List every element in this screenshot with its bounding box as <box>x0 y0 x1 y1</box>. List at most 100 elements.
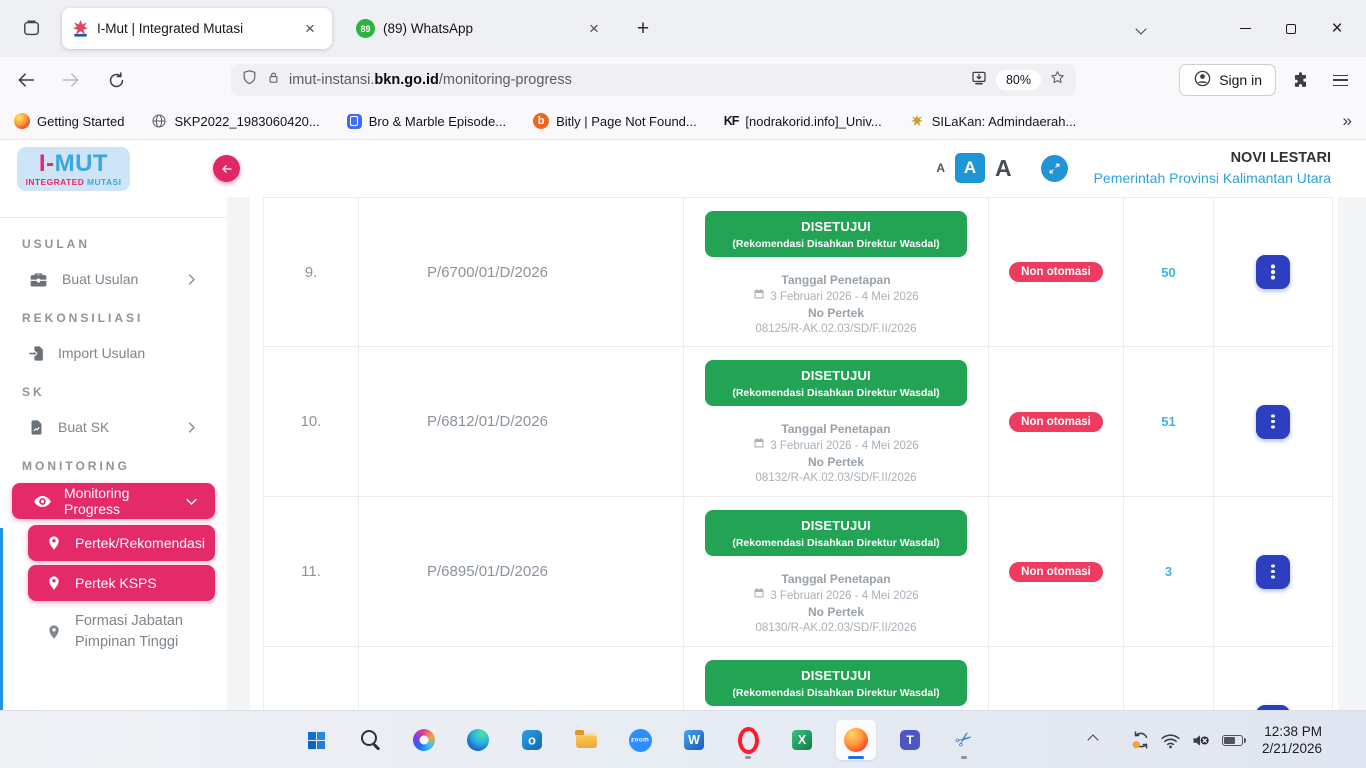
sign-in-button[interactable]: Sign in <box>1179 64 1276 96</box>
address-bar[interactable]: imut-instansi.bkn.go.id/monitoring-progr… <box>231 64 1076 96</box>
sync-icon[interactable] <box>1126 725 1156 755</box>
window-controls: × <box>1118 0 1360 57</box>
windows-taskbar: o zoom W X T 12:38 PM 2/21/2026 <box>0 710 1366 768</box>
minimize-button[interactable] <box>1222 0 1268 57</box>
row-number <box>264 647 359 710</box>
taskbar-teams-icon[interactable]: T <box>890 720 930 760</box>
clock-date: 2/21/2026 <box>1262 740 1322 757</box>
row-actions-button[interactable] <box>1256 555 1290 589</box>
bookmark-item[interactable]: Bro & Marble Episode... <box>347 114 506 129</box>
bookmarks-overflow-icon[interactable]: » <box>1343 111 1352 131</box>
lock-icon[interactable] <box>266 70 281 90</box>
sidebar-section-label: SK <box>22 385 227 399</box>
firefox-view-icon[interactable] <box>14 12 48 46</box>
taskbar-firefox-icon[interactable] <box>836 720 876 760</box>
bookmark-item[interactable]: Bitly | Page Not Found... <box>533 113 697 129</box>
bookmark-item[interactable]: [nodrakorid.info]_Univ... <box>724 114 882 129</box>
taskbar-edge-icon[interactable] <box>458 720 498 760</box>
pin-icon <box>46 535 62 551</box>
battery-icon[interactable] <box>1216 725 1246 755</box>
zoom-level[interactable]: 80% <box>996 70 1041 90</box>
taskbar-excel-icon[interactable]: X <box>782 720 822 760</box>
count-link[interactable]: 51 <box>1124 347 1214 496</box>
actions-cell <box>1214 497 1332 646</box>
new-tab-button[interactable]: + <box>626 12 660 46</box>
count-link[interactable] <box>1124 647 1214 710</box>
maximize-button[interactable] <box>1268 0 1314 57</box>
imut-logo: I-MUT INTEGRATED MUTASI <box>17 147 130 191</box>
font-size-small-button[interactable]: A <box>936 161 945 175</box>
actions-cell <box>1214 347 1332 496</box>
sidebar: USULANBuat UsulanREKONSILIASIImport Usul… <box>0 197 227 710</box>
tab-list-chevron-icon[interactable] <box>1118 0 1164 57</box>
otomasi-cell: Non otomasi <box>989 198 1124 346</box>
bookmark-label: [nodrakorid.info]_Univ... <box>745 114 881 129</box>
tab-whatsapp[interactable]: 89 (89) WhatsApp × <box>346 8 616 49</box>
fullscreen-button[interactable] <box>1041 155 1068 182</box>
taskbar-clock[interactable]: 12:38 PM 2/21/2026 <box>1262 723 1322 757</box>
taskbar-zoom-icon[interactable]: zoom <box>620 720 660 760</box>
system-tray: 12:38 PM 2/21/2026 <box>1078 711 1366 768</box>
font-size-medium-button[interactable]: A <box>955 153 985 183</box>
count-link[interactable]: 3 <box>1124 497 1214 646</box>
volume-muted-icon[interactable] <box>1186 725 1216 755</box>
status-cell: DISETUJUI (Rekomendasi Disahkan Direktur… <box>684 647 989 710</box>
sidebar-collapse-button[interactable] <box>213 155 240 182</box>
tanggal-value: 3 Februari 2026 - 4 Mei 2026 <box>770 588 918 604</box>
sidebar-item-label: Import Usulan <box>58 345 145 361</box>
bookmark-item[interactable]: SKP2022_1983060420... <box>151 113 319 129</box>
taskbar-word-icon[interactable]: W <box>674 720 714 760</box>
bookmark-item[interactable]: SILaKan: Admindaerah... <box>909 113 1077 129</box>
taskbar-outlook-icon[interactable]: o <box>512 720 552 760</box>
sidebar-item-pertek-rekomendasi[interactable]: Pertek/Rekomendasi <box>28 525 215 561</box>
sidebar-item-buat-usulan[interactable]: Buat Usulan <box>12 261 215 297</box>
font-size-large-button[interactable]: A <box>995 155 1012 182</box>
sidebar-item-pertek-ksps[interactable]: Pertek KSPS <box>28 565 215 601</box>
tab-close-icon[interactable]: × <box>582 17 606 41</box>
row-number: 9. <box>264 198 359 346</box>
sidebar-item-import-usulan[interactable]: Import Usulan <box>12 335 215 371</box>
taskbar-copilot-icon[interactable] <box>404 720 444 760</box>
shield-icon[interactable] <box>241 69 258 91</box>
taskbar-opera-icon[interactable] <box>728 720 768 760</box>
eye-icon <box>33 492 52 511</box>
status-badge: DISETUJUI (Rekomendasi Disahkan Direktur… <box>705 360 967 406</box>
close-button[interactable]: × <box>1314 0 1360 57</box>
taskbar-start-icon[interactable] <box>296 720 336 760</box>
taskbar-search-icon[interactable] <box>350 720 390 760</box>
sidebar-item-monitoring-progress[interactable]: Monitoring Progress <box>12 483 215 519</box>
taskbar-explorer-icon[interactable] <box>566 720 606 760</box>
status-cell: DISETUJUI (Rekomendasi Disahkan Direktur… <box>684 198 989 346</box>
wifi-icon[interactable] <box>1156 725 1186 755</box>
forward-button[interactable] <box>55 64 87 96</box>
status-badge: DISETUJUI (Rekomendasi Disahkan Direktur… <box>705 211 967 257</box>
garuda-icon <box>909 113 925 129</box>
taskbar-snip-icon[interactable] <box>944 720 984 760</box>
status-cell: DISETUJUI (Rekomendasi Disahkan Direktur… <box>684 347 989 496</box>
back-button[interactable] <box>10 64 42 96</box>
tray-chevron-up-icon[interactable] <box>1078 725 1108 755</box>
menu-hamburger-icon[interactable] <box>1324 64 1356 96</box>
actions-cell <box>1214 647 1332 710</box>
count-link[interactable]: 50 <box>1124 198 1214 346</box>
bookmark-label: SKP2022_1983060420... <box>174 114 319 129</box>
user-info[interactable]: NOVI LESTARI Pemerintah Provinsi Kaliman… <box>1094 149 1331 187</box>
pertek-value: 08125/R-AK.02.03/SD/F.II/2026 <box>755 321 916 337</box>
tab-imut[interactable]: I-Mut | Integrated Mutasi × <box>62 8 332 49</box>
otomasi-cell <box>989 647 1124 710</box>
sidebar-item-buat-sk[interactable]: Buat SK <box>12 409 215 445</box>
url-text: imut-instansi.bkn.go.id/monitoring-progr… <box>289 72 970 88</box>
row-actions-button[interactable] <box>1256 405 1290 439</box>
tab-close-icon[interactable]: × <box>298 17 322 41</box>
row-actions-button[interactable] <box>1256 255 1290 289</box>
sidebar-section-label: USULAN <box>22 237 227 251</box>
browser-toolbar: imut-instansi.bkn.go.id/monitoring-progr… <box>0 57 1366 103</box>
sidebar-item-formasi-jabatan-pimpinan-tinggi[interactable]: Formasi Jabatan Pimpinan Tinggi <box>28 607 215 657</box>
reload-button[interactable] <box>100 64 132 96</box>
tanggal-label: Tanggal Penetapan <box>781 272 890 288</box>
save-page-icon[interactable] <box>970 69 988 92</box>
kf-icon <box>724 114 739 128</box>
extensions-puzzle-icon[interactable] <box>1284 64 1316 96</box>
bookmark-item[interactable]: Getting Started <box>14 113 124 129</box>
bookmark-star-icon[interactable] <box>1049 69 1066 91</box>
